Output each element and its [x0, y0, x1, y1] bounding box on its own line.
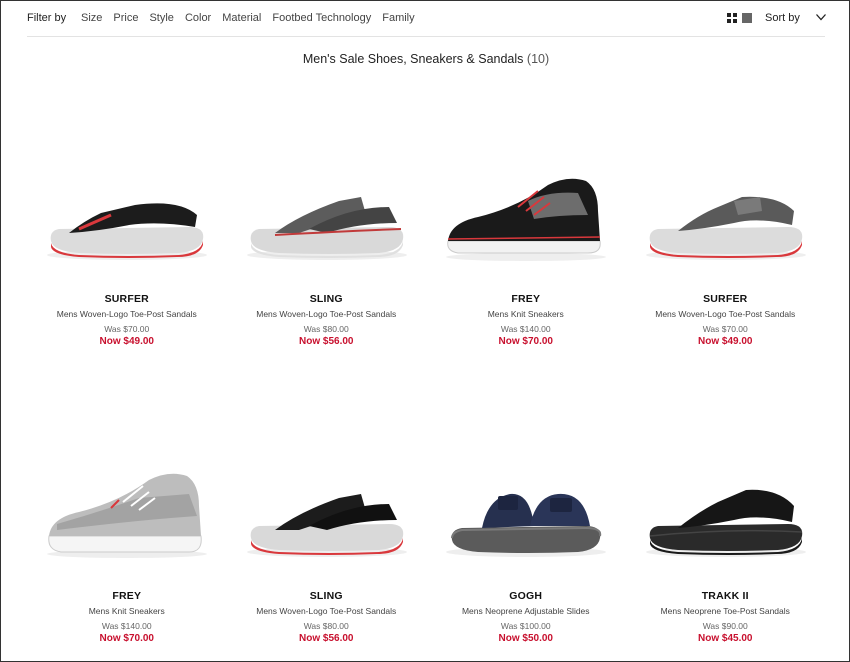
single-view-icon[interactable] [742, 13, 752, 23]
result-count: (10) [526, 52, 550, 66]
product-now-price: Now $70.00 [99, 633, 154, 644]
product-description: Mens Woven-Logo Toe-Post Sandals [56, 309, 197, 319]
product-name[interactable]: SLING [227, 590, 427, 602]
product-description: Mens Woven-Logo Toe-Post Sandals [655, 309, 796, 319]
product-was-price: Was $70.00 [104, 324, 150, 334]
sort-by-button[interactable]: Sort by [765, 12, 800, 24]
product-was-price: Was $80.00 [303, 324, 349, 334]
black-flipflop-icon[interactable] [638, 468, 814, 568]
filter-footbed-technology[interactable]: Footbed Technology [272, 12, 371, 24]
product-name[interactable]: FREY [426, 293, 626, 305]
filter-family[interactable]: Family [382, 12, 414, 24]
product-now-price: Now $50.00 [498, 633, 553, 644]
product-description: Mens Woven-Logo Toe-Post Sandals [256, 606, 397, 616]
product-description: Mens Woven-Logo Toe-Post Sandals [256, 309, 397, 319]
product-name[interactable]: SURFER [626, 293, 826, 305]
product-now-price: Now $70.00 [498, 336, 553, 347]
filter-price[interactable]: Price [113, 12, 138, 24]
product-was-price: Was $80.00 [303, 621, 349, 631]
product-card[interactable]: SURFER Mens Woven-Logo Toe-Post Sandals … [27, 81, 227, 378]
chevron-down-icon[interactable] [815, 11, 827, 23]
black-knit-sneaker-icon[interactable] [438, 171, 614, 271]
product-name[interactable]: GOGH [426, 590, 626, 602]
product-card[interactable]: SLING Mens Woven-Logo Toe-Post Sandals W… [227, 81, 427, 378]
product-card[interactable]: FREY Mens Knit Sneakers Was $140.00 Now … [27, 378, 227, 661]
product-description: Mens Neoprene Adjustable Slides [461, 606, 590, 616]
page-title-text: Men's Sale Shoes, Sneakers & Sandals [302, 52, 524, 66]
product-was-price: Was $90.00 [702, 621, 748, 631]
product-listing-page: Filter by Size Price Style Color Materia… [0, 0, 850, 662]
filter-bar: Filter by Size Price Style Color Materia… [27, 1, 827, 37]
product-card[interactable]: SURFER Mens Woven-Logo Toe-Post Sandals … [626, 81, 826, 378]
grey-sling-sandal-icon[interactable] [239, 171, 415, 271]
filter-style[interactable]: Style [149, 12, 173, 24]
product-now-price: Now $45.00 [698, 633, 753, 644]
product-name[interactable]: TRAKK II [626, 590, 826, 602]
product-name[interactable]: SURFER [27, 293, 227, 305]
product-now-price: Now $49.00 [698, 336, 753, 347]
filter-by-label: Filter by [27, 12, 67, 24]
product-description: Mens Neoprene Toe-Post Sandals [660, 606, 790, 616]
product-name[interactable]: FREY [27, 590, 227, 602]
navy-slide-icon[interactable] [438, 468, 614, 568]
product-description: Mens Knit Sneakers [487, 309, 564, 319]
product-now-price: Now $56.00 [299, 336, 354, 347]
grey-knit-sneaker-icon[interactable] [39, 468, 215, 568]
product-card[interactable]: FREY Mens Knit Sneakers Was $140.00 Now … [426, 81, 626, 378]
filter-color[interactable]: Color [185, 12, 211, 24]
filter-size[interactable]: Size [81, 12, 102, 24]
black-sling-sandal-icon[interactable] [239, 468, 415, 568]
filter-list: Size Price Style Color Material Footbed … [81, 12, 426, 24]
view-toggle [727, 13, 752, 23]
product-grid: SURFER Mens Woven-Logo Toe-Post Sandals … [27, 81, 826, 661]
product-was-price: Was $100.00 [500, 621, 551, 631]
product-description: Mens Knit Sneakers [88, 606, 165, 616]
product-card[interactable]: GOGH Mens Neoprene Adjustable Slides Was… [426, 378, 626, 661]
product-name[interactable]: SLING [227, 293, 427, 305]
product-now-price: Now $49.00 [99, 336, 154, 347]
grid-view-icon[interactable] [727, 13, 737, 23]
grey-flipflop-icon[interactable] [638, 171, 814, 271]
product-was-price: Was $140.00 [500, 324, 551, 334]
black-red-flipflop-icon[interactable] [39, 171, 215, 271]
product-card[interactable]: SLING Mens Woven-Logo Toe-Post Sandals W… [227, 378, 427, 661]
product-card[interactable]: TRAKK II Mens Neoprene Toe-Post Sandals … [626, 378, 826, 661]
page-title: Men's Sale Shoes, Sneakers & Sandals (10… [1, 52, 849, 66]
filter-material[interactable]: Material [222, 12, 261, 24]
product-was-price: Was $70.00 [702, 324, 748, 334]
product-now-price: Now $56.00 [299, 633, 354, 644]
product-was-price: Was $140.00 [101, 621, 152, 631]
